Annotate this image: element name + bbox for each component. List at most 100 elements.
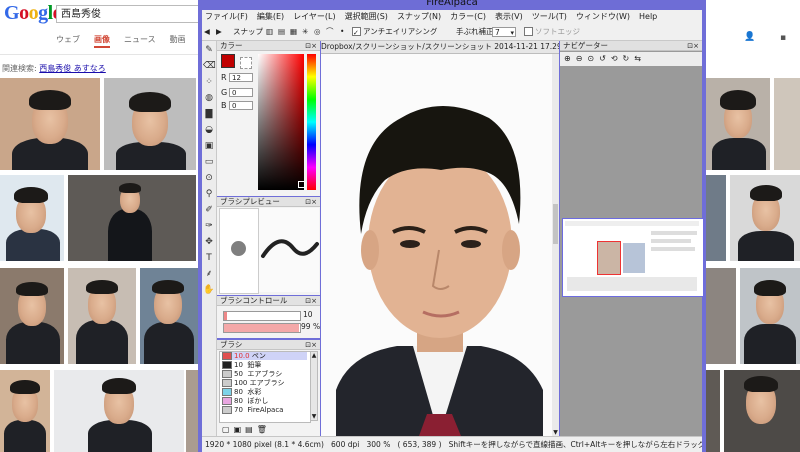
select-eraser-icon[interactable]: ✑ <box>203 220 215 232</box>
image-result[interactable] <box>0 78 100 170</box>
pen-tool-icon[interactable]: ✎ <box>203 44 215 56</box>
eraser-tool-icon[interactable]: ⌫ <box>203 60 216 72</box>
gradient-tool-icon[interactable]: ▇ <box>203 108 215 120</box>
related-link[interactable]: 西島秀俊 あすなろ <box>39 64 106 73</box>
panel-pin-icon[interactable]: ⊡× <box>305 296 317 306</box>
select-tool-icon[interactable]: ▭ <box>203 156 215 168</box>
delete-brush-icon[interactable]: 🗑 <box>257 425 267 434</box>
brush-item-blur[interactable]: 80 ぼかし <box>222 397 307 405</box>
snap-curve-icon[interactable]: ⌒ <box>326 24 334 40</box>
image-result[interactable] <box>706 175 726 261</box>
image-result[interactable] <box>68 268 136 364</box>
snap-point-icon[interactable]: • <box>340 24 344 40</box>
google-logo[interactable]: Google <box>4 2 62 25</box>
panel-pin-icon[interactable]: ⊡× <box>305 41 317 51</box>
tab-videos[interactable]: 動画 <box>170 34 186 48</box>
image-result[interactable] <box>0 370 50 452</box>
image-result[interactable] <box>0 175 64 261</box>
person-icon[interactable]: 👤 <box>744 32 755 42</box>
image-result[interactable] <box>706 78 770 170</box>
fill-tool-icon[interactable]: ◒ <box>203 124 215 136</box>
zoom-out-icon[interactable]: ⊖ <box>576 52 583 66</box>
menu-help[interactable]: Help <box>639 10 657 24</box>
scroll-down-icon[interactable]: ▼ <box>552 429 559 436</box>
image-result[interactable] <box>186 370 198 452</box>
brush-list-scrollbar[interactable]: ▲ ▼ <box>310 351 318 421</box>
image-result[interactable] <box>68 175 196 261</box>
text-tool-icon[interactable]: T <box>203 252 215 264</box>
panel-pin-icon[interactable]: ⊡× <box>305 197 317 207</box>
scroll-up-icon[interactable]: ▲ <box>311 352 317 359</box>
snap-off-icon[interactable]: ▥ <box>266 24 273 40</box>
brush-item-pen[interactable]: 10.0 ペン <box>222 352 307 360</box>
image-result[interactable] <box>140 268 198 364</box>
zoom-fit-icon[interactable]: ⊙ <box>587 52 594 66</box>
bucket-tool-icon[interactable]: ◍ <box>203 92 215 104</box>
rotate-right-icon[interactable]: ↻ <box>623 52 630 66</box>
back-arrow-icon[interactable]: ◀ <box>204 24 210 40</box>
shape-tool-icon[interactable]: ▣ <box>203 140 215 152</box>
forward-arrow-icon[interactable]: ▶ <box>216 24 222 40</box>
image-result[interactable] <box>706 370 720 452</box>
dot-tool-icon[interactable]: ⁘ <box>203 76 215 88</box>
hand-tool-icon[interactable]: ✋ <box>203 284 215 296</box>
snap-circle-icon[interactable]: ◎ <box>314 24 321 40</box>
navigator-viewport[interactable] <box>597 241 621 275</box>
menu-snap[interactable]: スナップ(N) <box>397 10 441 24</box>
search-input[interactable]: 西島秀俊 <box>56 5 198 23</box>
brush-item-pencil[interactable]: 10 鉛筆 <box>222 361 307 369</box>
soft-edge-checkbox[interactable] <box>524 26 533 36</box>
brush-item-watercolor[interactable]: 80 水彩 <box>222 388 307 396</box>
select-pen-icon[interactable]: ✐ <box>203 204 215 216</box>
move-tool-icon[interactable]: ✥ <box>203 236 215 248</box>
add-brush-icon[interactable]: ▢ <box>222 425 230 434</box>
canvas-document[interactable] <box>321 54 556 436</box>
stabilizer-select[interactable]: 7 <box>492 24 516 40</box>
menu-color[interactable]: カラー(C) <box>450 10 486 24</box>
magic-wand-icon[interactable]: ⚲ <box>203 188 215 200</box>
g-value-input[interactable]: 0 <box>229 88 253 97</box>
image-result[interactable] <box>706 268 736 364</box>
image-result[interactable] <box>724 370 800 452</box>
brush-settings-icon[interactable]: ▤ <box>245 425 253 434</box>
eyedropper-icon[interactable]: ⸙ <box>203 268 215 280</box>
canvas-scrollbar[interactable]: ▼ <box>552 54 559 436</box>
antialias-checkbox[interactable] <box>352 25 361 41</box>
tab-news[interactable]: ニュース <box>124 34 156 48</box>
menu-layer[interactable]: レイヤー(L) <box>293 10 335 24</box>
more-icon[interactable]: ▪ <box>780 33 786 43</box>
saturation-value-picker[interactable] <box>258 54 304 190</box>
color-picker-cursor[interactable] <box>298 181 305 188</box>
snap-grid-icon[interactable]: ▦ <box>290 24 297 40</box>
antialias-toggle[interactable]: アンチエイリアシング <box>352 24 437 41</box>
image-result[interactable] <box>0 268 64 364</box>
hue-slider[interactable] <box>307 54 316 190</box>
scrollbar-thumb[interactable] <box>553 204 558 244</box>
r-value-input[interactable]: 12 <box>229 73 253 82</box>
duplicate-brush-icon[interactable]: ▣ <box>234 425 242 434</box>
primary-color-swatch[interactable] <box>221 54 235 68</box>
snap-radial-icon[interactable]: ✳ <box>302 24 308 40</box>
tab-web[interactable]: ウェブ <box>56 34 80 48</box>
stabilizer-value[interactable]: 7 <box>492 27 516 37</box>
panel-pin-icon[interactable]: ⊡× <box>305 340 317 350</box>
tab-images[interactable]: 画像 <box>94 34 110 48</box>
image-result[interactable] <box>730 175 800 261</box>
image-result[interactable] <box>54 370 184 452</box>
flip-icon[interactable]: ⇆ <box>634 52 641 66</box>
image-result[interactable] <box>104 78 196 170</box>
brush-item-airbrush-100[interactable]: 100 エアブラシ <box>222 379 307 387</box>
brush-opacity-slider[interactable] <box>223 323 301 333</box>
image-result[interactable] <box>774 78 800 170</box>
panel-pin-icon[interactable]: ⊡× <box>687 41 699 51</box>
rotate-reset-icon[interactable]: ⟲ <box>611 52 618 66</box>
canvas-tab[interactable]: Dropbox/スクリーンショット/スクリーンショット 2014-11-21 1… <box>321 41 559 54</box>
brush-item-airbrush[interactable]: 50 エアブラシ <box>222 370 307 378</box>
zoom-in-icon[interactable]: ⊕ <box>564 52 571 66</box>
menu-edit[interactable]: 編集(E) <box>257 10 284 24</box>
brush-size-slider[interactable] <box>223 311 301 321</box>
image-result[interactable] <box>740 268 800 364</box>
rotate-left-icon[interactable]: ↺ <box>599 52 606 66</box>
brush-item-firealpaca[interactable]: 70 FireAlpaca <box>222 406 307 414</box>
scroll-down-icon[interactable]: ▼ <box>311 413 317 420</box>
